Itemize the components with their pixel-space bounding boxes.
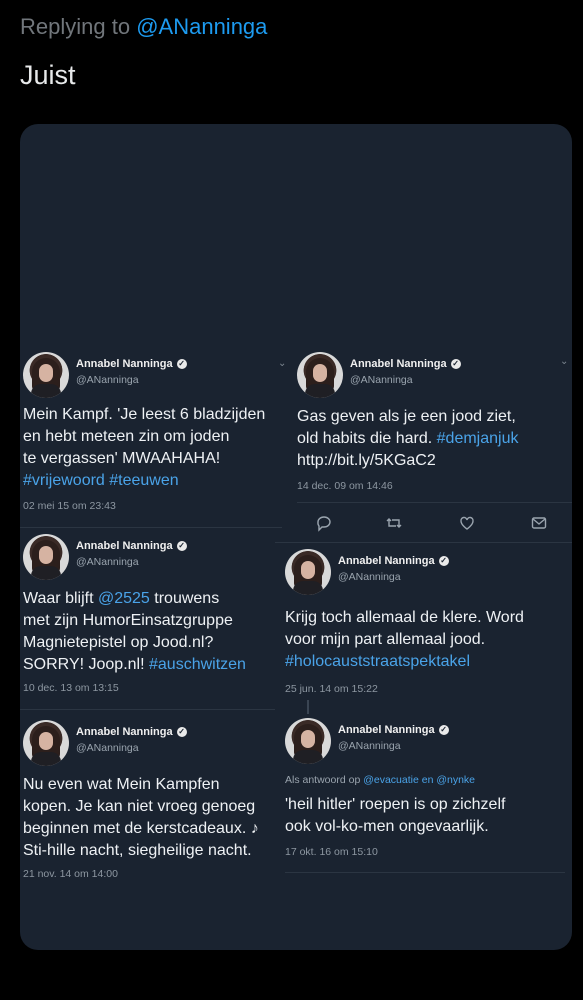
tweet-line: kopen. Je kan niet vroeg genoeg (23, 798, 256, 815)
tweet-link: http://bit.ly/5KGaC2 (297, 452, 436, 469)
like-icon (460, 516, 474, 530)
chevron-down-icon: ⌄ (560, 356, 569, 367)
tweet-line: #vrijewoord #teeuwen (23, 470, 179, 492)
author-name: Annabel Nanninga ✓ (76, 358, 187, 370)
tweet-line: en hebt meteen zin om joden (23, 428, 230, 445)
tweet-line: old habits die hard. #demjanjuk (297, 428, 518, 450)
divider (20, 709, 275, 710)
tweet-actions (315, 514, 565, 534)
divider (285, 872, 565, 873)
tweet-line: Sti-hille nacht, siegheilige nacht. (23, 842, 252, 859)
tweet-line: SORRY! Joop.nl! #auschwitzen (23, 654, 246, 676)
tweet-card: Annabel Nanninga ✓ @ANanninga ⌄ Gas geven… (297, 352, 572, 532)
dm-icon (531, 517, 547, 529)
verified-icon: ✓ (176, 359, 187, 370)
tweet-timestamp: 14 dec. 09 om 14:46 (297, 480, 393, 492)
tweet-line: Krijg toch allemaal de klere. Word (285, 609, 524, 626)
reply-context-label: Als antwoord op (285, 774, 361, 786)
avatar (23, 352, 69, 398)
replying-to-label: Replying to (20, 14, 131, 39)
divider (297, 502, 572, 503)
author-name: Annabel Nanninga ✓ (338, 724, 449, 736)
avatar (285, 549, 331, 595)
reply-context: Als antwoord op @evacuatie en @nynke (285, 774, 475, 786)
author-handle: @ANanninga (338, 740, 401, 752)
hashtag: #teeuwen (109, 472, 179, 489)
tweet-line: ook vol-ko-men ongevaarlijk. (285, 818, 489, 835)
reply-context-mentions: @evacuatie en @nynke (363, 774, 476, 786)
tweet-timestamp: 21 nov. 14 om 14:00 (23, 868, 118, 880)
avatar (23, 720, 69, 766)
hashtag: #vrijewoord (23, 472, 105, 489)
tweet-line: voor mijn part allemaal jood. (285, 631, 486, 648)
verified-icon: ✓ (438, 725, 449, 736)
tweet-card: Annabel Nanninga ✓ @ANanninga Waar blijft… (23, 534, 285, 704)
tweet-line-text: Waar blijft (23, 590, 98, 607)
author-name: Annabel Nanninga ✓ (76, 540, 187, 552)
thread-connector (307, 700, 309, 714)
verified-icon: ✓ (450, 359, 461, 370)
retweet-icon (386, 518, 402, 528)
tweet-timestamp: 02 mei 15 om 23:43 (23, 500, 116, 512)
verified-icon: ✓ (176, 727, 187, 738)
tweet-line: Waar blijft @2525 trouwens (23, 588, 219, 610)
author-handle: @ANanninga (76, 742, 139, 754)
author-name: Annabel Nanninga ✓ (76, 726, 187, 738)
tweet-line: Magnietepistel op Jood.nl? (23, 634, 214, 651)
reply-text: Juist (20, 60, 76, 90)
replying-to-mention[interactable]: @ANanninga (136, 14, 267, 39)
author-handle: @ANanninga (76, 556, 139, 568)
tweet-line: #holocauststraatspektakel (285, 651, 470, 673)
tweet-line: 'heil hitler' roepen is op zichzelf (285, 796, 506, 813)
tweet-line: Nu even wat Mein Kampfen (23, 776, 220, 793)
tweet-timestamp: 17 okt. 16 om 15:10 (285, 846, 378, 858)
tweet-line: Gas geven als je een jood ziet, (297, 408, 516, 425)
reply-icon (317, 516, 331, 532)
chevron-down-icon: ⌄ (278, 358, 287, 369)
tweet-card: Annabel Nanninga ✓ @ANanninga Krijg toch … (285, 549, 572, 709)
hashtag: #demjanjuk (436, 430, 519, 447)
author-name: Annabel Nanninga ✓ (350, 358, 461, 370)
tweet-line: met zijn HumorEinsatzgruppe (23, 612, 233, 629)
mention: @2525 (97, 590, 150, 607)
hashtag: #holocauststraatspektakel (285, 653, 470, 670)
tweet-card: Annabel Nanninga ✓ @ANanninga Als antwoor… (285, 718, 572, 868)
verified-icon: ✓ (176, 541, 187, 552)
avatar (297, 352, 343, 398)
avatar (23, 534, 69, 580)
avatar (285, 718, 331, 764)
divider (20, 527, 282, 528)
tweet-line-text: old habits die hard. (297, 430, 433, 447)
tweet-card: Annabel Nanninga ✓ @ANanninga ⌄ Mein Kamp… (23, 352, 287, 522)
tweet-line: beginnen met de kerstcadeaux. ♪ (23, 820, 259, 837)
tweet-line: Mein Kampf. 'Je leest 6 bladzijden (23, 406, 266, 423)
attached-image[interactable]: Annabel Nanninga ✓ @ANanninga ⌄ Mein Kamp… (20, 124, 572, 950)
tweet-line-text: SORRY! Joop.nl! (23, 656, 145, 673)
tweet-line: te vergassen' MWAAHAHA! (23, 450, 221, 467)
tweet-timestamp: 10 dec. 13 om 13:15 (23, 682, 119, 694)
verified-icon: ✓ (438, 556, 449, 567)
author-handle: @ANanninga (76, 374, 139, 386)
tweet-card: Annabel Nanninga ✓ @ANanninga Nu even wat… (23, 720, 285, 890)
replying-to-header: Replying to @ANanninga (20, 14, 267, 40)
tweet-line-text: trouwens (149, 590, 220, 607)
hashtag: #auschwitzen (149, 656, 246, 673)
author-handle: @ANanninga (338, 571, 401, 583)
author-handle: @ANanninga (350, 374, 413, 386)
tweet-timestamp: 25 jun. 14 om 15:22 (285, 683, 378, 695)
author-name: Annabel Nanninga ✓ (338, 555, 449, 567)
divider (275, 542, 572, 543)
